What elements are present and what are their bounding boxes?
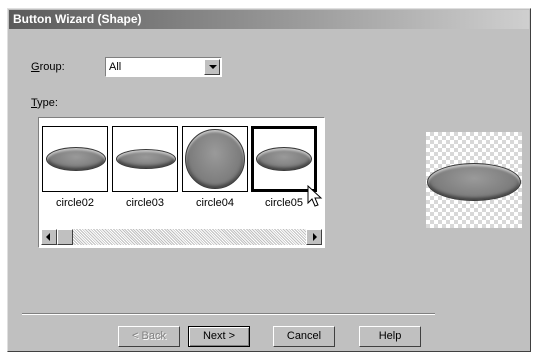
next-button[interactable]: Next > xyxy=(188,326,250,347)
thumbnail[interactable] xyxy=(112,126,178,192)
shape-preview xyxy=(426,132,522,228)
oval-shape-icon xyxy=(256,147,312,171)
button-wizard-dialog: Button Wizard (Shape) Group: All Type: c… xyxy=(7,8,531,352)
item-caption: circle04 xyxy=(196,197,234,209)
circle-shape-icon xyxy=(185,129,245,189)
arrow-left-icon[interactable] xyxy=(41,229,57,245)
horizontal-scrollbar[interactable] xyxy=(41,229,322,245)
list-item-circle02[interactable]: circle02 xyxy=(42,126,108,209)
group-label: Group: xyxy=(31,61,65,73)
list-item-circle03[interactable]: circle03 xyxy=(112,126,178,209)
back-button[interactable]: < Back xyxy=(118,326,180,347)
mouse-pointer-icon xyxy=(307,185,323,207)
thumbnail-selected[interactable] xyxy=(251,126,317,192)
oval-shape-icon xyxy=(116,149,176,169)
group-dropdown[interactable]: All xyxy=(105,57,222,77)
chevron-down-icon[interactable] xyxy=(204,59,220,75)
separator xyxy=(22,313,435,315)
help-button[interactable]: Help xyxy=(359,326,421,347)
preview-oval-shape-icon xyxy=(427,163,521,201)
arrow-right-icon[interactable] xyxy=(306,229,322,245)
thumbnail[interactable] xyxy=(182,126,248,192)
group-label-text: roup: xyxy=(39,61,65,73)
type-label: Type: xyxy=(31,97,58,109)
scrollbar-thumb[interactable] xyxy=(57,229,73,245)
type-label-text: ype: xyxy=(37,97,58,109)
thumbnail[interactable] xyxy=(42,126,108,192)
title-bar: Button Wizard (Shape) xyxy=(9,10,529,29)
type-list[interactable]: circle02 circle03 circle04 circle05 xyxy=(38,117,325,248)
list-item-circle04[interactable]: circle04 xyxy=(182,126,248,209)
item-caption: circle03 xyxy=(126,197,164,209)
group-label-mnemonic: G xyxy=(31,61,40,73)
oval-shape-icon xyxy=(46,147,106,171)
group-dropdown-value: All xyxy=(109,61,122,73)
item-caption: circle02 xyxy=(56,197,94,209)
cancel-button[interactable]: Cancel xyxy=(273,326,335,347)
